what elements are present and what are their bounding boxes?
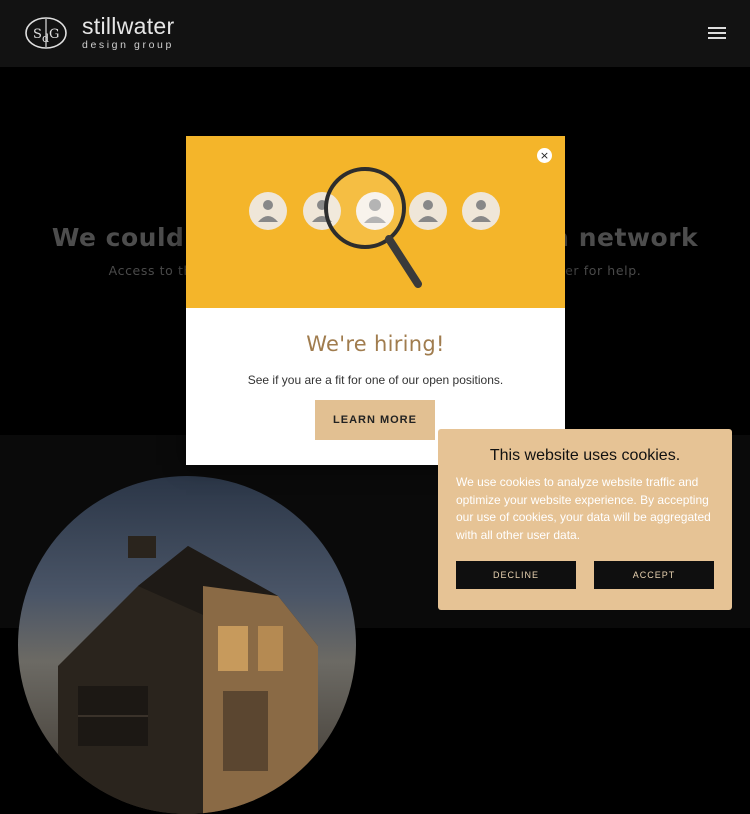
svg-text:G: G xyxy=(49,27,59,42)
cookie-title: This website uses cookies. xyxy=(489,447,681,464)
close-icon[interactable]: × xyxy=(537,148,552,163)
modal-title: We're hiring! xyxy=(306,332,445,356)
logo[interactable]: S d G stillwater design group xyxy=(24,15,174,51)
cookie-text: We use cookies to analyze website traffi… xyxy=(456,475,711,542)
svg-text:d: d xyxy=(42,32,49,45)
hiring-image xyxy=(186,136,565,308)
decline-button[interactable]: DECLINE xyxy=(456,561,576,589)
cookie-banner: This website uses cookies. We use cookie… xyxy=(438,429,732,610)
site-header: S d G stillwater design group xyxy=(0,0,750,67)
hiring-modal: × We're hiring! See if you are a fit for… xyxy=(186,136,565,465)
logo-name: stillwater xyxy=(82,13,175,40)
logo-mark-icon: S d G xyxy=(25,17,67,49)
svg-text:S: S xyxy=(33,27,42,42)
learn-more-button[interactable]: LEARN MORE xyxy=(315,400,435,440)
modal-text: See if you are a fit for one of our open… xyxy=(247,373,504,387)
hamburger-menu-icon[interactable] xyxy=(708,27,726,41)
accept-button[interactable]: ACCEPT xyxy=(594,561,714,589)
barn-image xyxy=(18,476,356,814)
logo-tagline: design group xyxy=(82,39,174,52)
